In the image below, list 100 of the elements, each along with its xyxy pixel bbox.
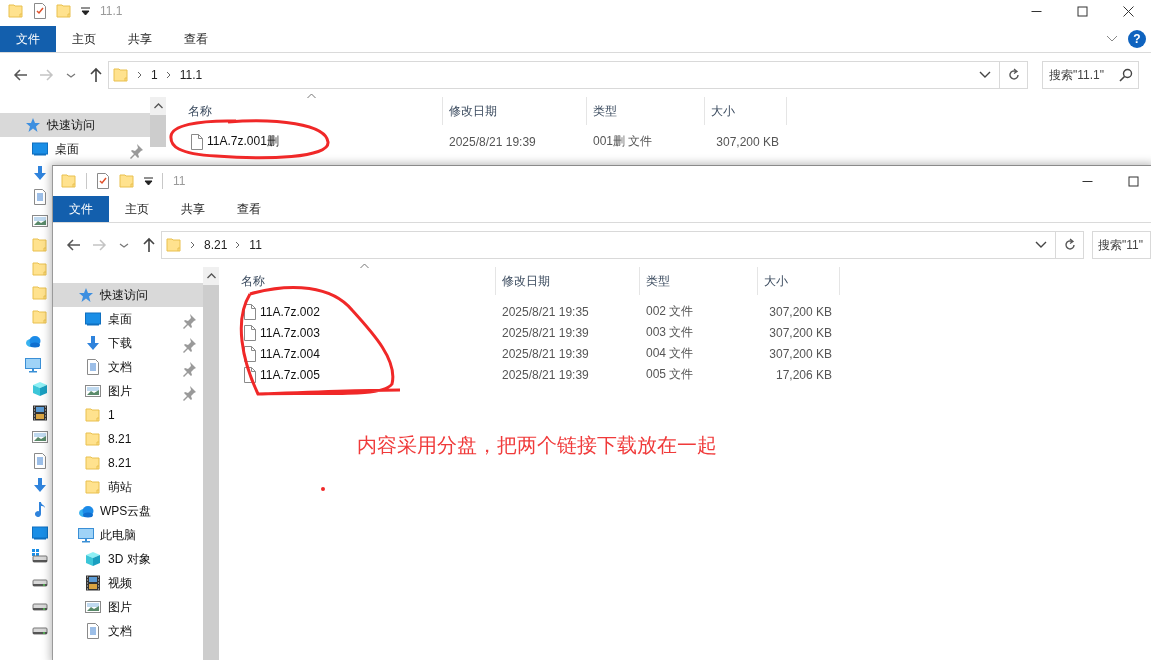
ribbon-tab[interactable]: 文件 — [0, 26, 56, 52]
file-name[interactable]: 11A.7z.004 — [219, 345, 496, 362]
monitor-icon — [78, 527, 94, 543]
file-type: 004 文件 — [645, 345, 695, 362]
breadcrumb-item[interactable]: 11 — [249, 238, 262, 252]
film-icon — [85, 575, 101, 591]
chevron-down-icon[interactable] — [1106, 35, 1118, 43]
cube-icon — [32, 381, 48, 397]
scrollbar-thumb[interactable] — [150, 115, 166, 147]
down-arrow-icon — [85, 335, 101, 351]
search-field[interactable]: 搜索"11.1" — [1042, 61, 1139, 89]
folder-icon — [85, 479, 101, 495]
nav-item[interactable]: 3D 对象 — [53, 547, 203, 571]
file-size: 307,200 KB — [715, 134, 780, 149]
folder-icon — [85, 407, 101, 423]
sort-caret-icon — [307, 93, 316, 99]
picture-icon — [85, 599, 101, 615]
left-arrow-icon — [66, 237, 82, 253]
monitor-icon — [85, 311, 101, 327]
nav-item[interactable]: 1 — [53, 403, 203, 427]
refresh-button[interactable] — [1000, 61, 1028, 89]
checklist-icon — [96, 173, 110, 189]
folder-icon — [8, 3, 24, 19]
file-name[interactable]: 11A.7z.005 — [219, 366, 496, 383]
nav-item[interactable]: 8.21 — [53, 427, 203, 451]
nav-item[interactable]: 文档 — [53, 619, 203, 643]
column-header[interactable]: 大小 — [758, 267, 840, 295]
chevron-up-icon — [153, 103, 163, 109]
column-header[interactable]: 名称 — [166, 97, 443, 125]
nav-item[interactable]: 图片 — [53, 595, 203, 619]
file-name[interactable]: 11A.7z.001删 — [166, 133, 443, 150]
folder-icon — [166, 237, 182, 253]
nav-item[interactable]: 视频 — [53, 571, 203, 595]
ribbon-tab[interactable]: 主页 — [56, 26, 112, 52]
ribbon-tab[interactable]: 主页 — [109, 196, 165, 222]
file-icon — [191, 133, 203, 150]
monitor-icon — [32, 141, 48, 157]
modified-date: 2025/8/21 19:35 — [501, 304, 590, 319]
checklist-icon — [33, 3, 47, 19]
cloud-icon — [25, 333, 41, 349]
nav-item[interactable]: 快速访问 — [53, 283, 203, 307]
modified-date: 2025/8/21 19:39 — [501, 325, 590, 340]
ribbon-tab[interactable]: 查看 — [221, 196, 277, 222]
down-arrow-icon — [32, 165, 48, 181]
address-bar[interactable]: 8.21 11 — [161, 231, 1056, 259]
address-bar[interactable]: 1 11.1 — [108, 61, 1000, 89]
down-arrow-icon — [32, 477, 48, 493]
breadcrumb-item[interactable]: 11.1 — [179, 68, 203, 82]
folder-icon — [32, 261, 48, 277]
column-header[interactable]: 修改日期 — [496, 267, 640, 295]
nav-item[interactable]: 8.21 — [53, 451, 203, 475]
file-type: 002 文件 — [645, 303, 695, 320]
up-arrow-icon — [141, 237, 157, 253]
modified-date: 2025/8/21 19:39 — [501, 367, 590, 382]
ribbon-tab[interactable]: 文件 — [53, 196, 109, 222]
up-arrow-icon — [88, 67, 104, 83]
file-name[interactable]: 11A.7z.002 — [219, 303, 496, 320]
breadcrumb-item[interactable]: 8.21 — [204, 238, 228, 252]
help-button[interactable]: ? — [1128, 30, 1146, 48]
nav-item[interactable]: WPS云盘 — [53, 499, 203, 523]
column-header[interactable]: 类型 — [587, 97, 705, 125]
nav-item[interactable]: 下载 — [53, 331, 203, 355]
refresh-button[interactable] — [1056, 231, 1084, 259]
file-name[interactable]: 11A.7z.003 — [219, 324, 496, 341]
sort-caret-icon — [360, 263, 369, 269]
annotation-dot — [321, 487, 325, 491]
drive-icon — [32, 549, 48, 565]
dropdown-icon — [144, 177, 153, 185]
column-header[interactable]: 类型 — [640, 267, 758, 295]
nav-item[interactable]: 快速访问 — [0, 113, 150, 137]
nav-item[interactable]: 萌站 — [53, 475, 203, 499]
file-size: 17,206 KB — [774, 367, 833, 382]
modified-date: 2025/8/21 19:39 — [448, 134, 537, 149]
nav-item[interactable]: 图片 — [53, 379, 203, 403]
right-arrow-icon — [91, 237, 107, 253]
nav-item[interactable]: 桌面 — [53, 307, 203, 331]
monitor-icon — [32, 525, 48, 541]
nav-item[interactable]: 此电脑 — [53, 523, 203, 547]
file-type: 003 文件 — [645, 324, 695, 341]
film-icon — [32, 405, 48, 421]
document-icon — [85, 359, 101, 375]
ribbon-tab[interactable]: 共享 — [112, 26, 168, 52]
breadcrumb-item[interactable]: 1 — [151, 68, 158, 82]
search-field[interactable]: 搜索"11" — [1092, 231, 1151, 259]
chevron-right-icon — [137, 71, 143, 79]
nav-item[interactable]: 桌面 — [0, 137, 150, 161]
nav-item[interactable]: 文档 — [53, 355, 203, 379]
column-header[interactable]: 名称 — [219, 267, 496, 295]
refresh-icon — [1006, 68, 1021, 82]
column-header[interactable]: 大小 — [705, 97, 787, 125]
ribbon-tab[interactable]: 查看 — [168, 26, 224, 52]
column-header[interactable]: 修改日期 — [443, 97, 587, 125]
chevron-right-icon — [235, 241, 242, 249]
picture-icon — [32, 429, 48, 445]
chevron-up-icon — [206, 273, 216, 279]
annotation-text: 内容采用分盘，把两个链接下载放在一起 — [357, 433, 717, 458]
maximize-icon — [1076, 5, 1088, 17]
file-icon — [244, 345, 256, 362]
cube-icon — [85, 551, 101, 567]
ribbon-tab[interactable]: 共享 — [165, 196, 221, 222]
